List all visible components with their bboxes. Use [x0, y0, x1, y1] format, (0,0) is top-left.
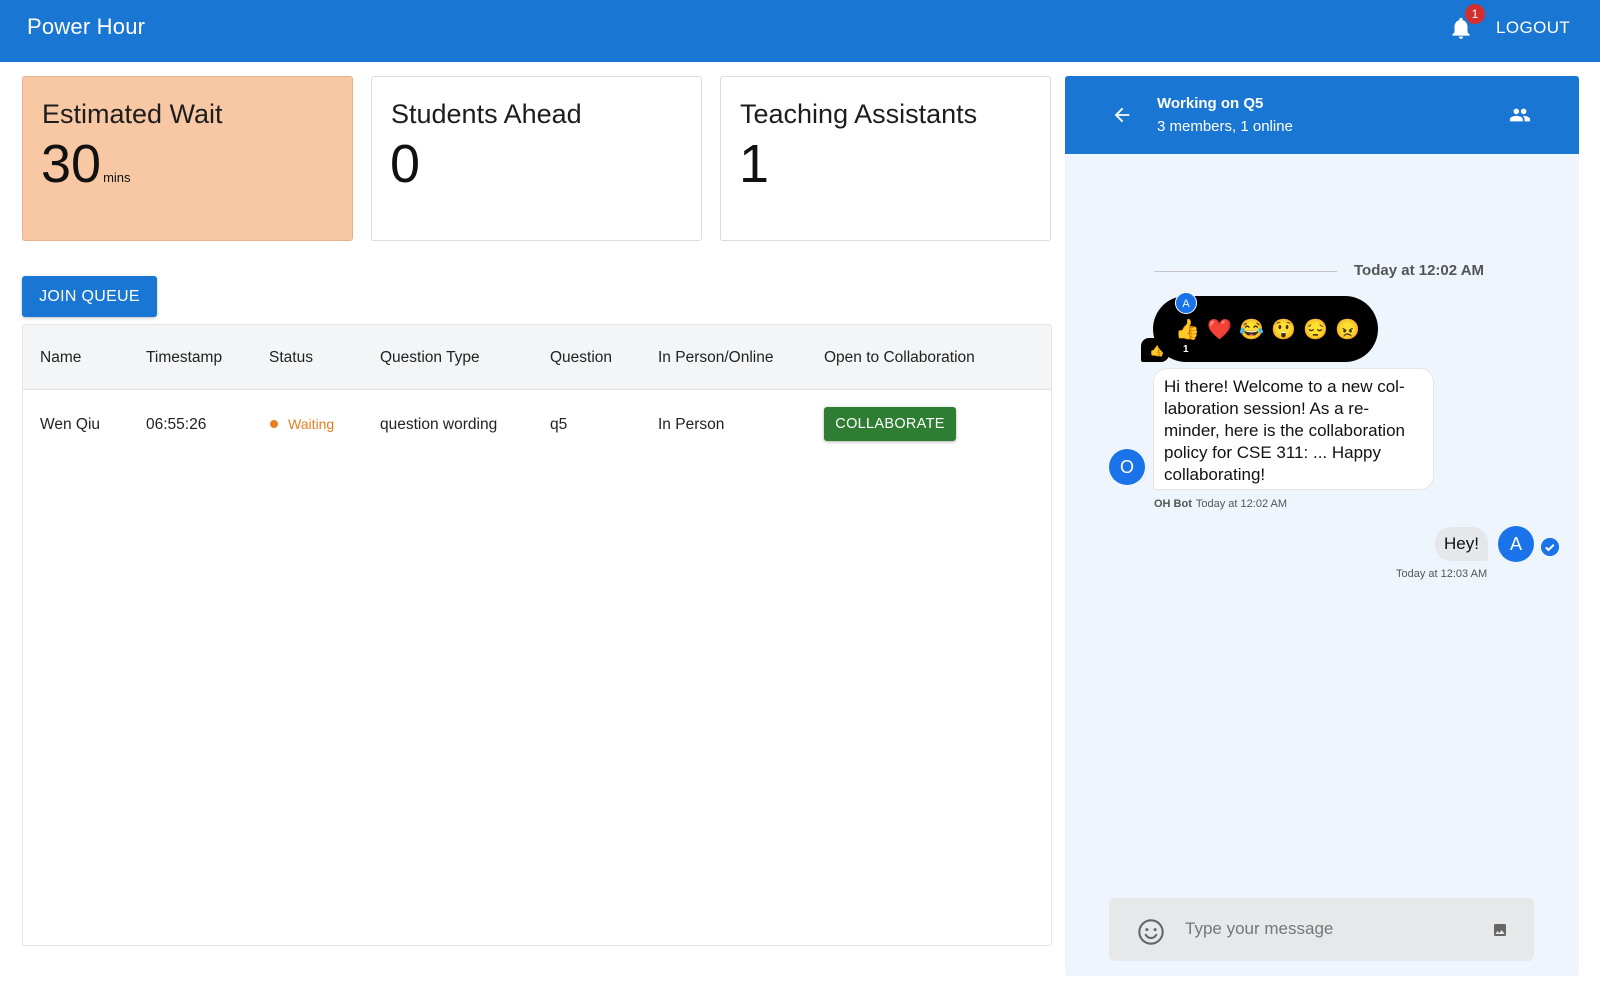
column-header-question-type[interactable]: Question Type: [380, 349, 480, 367]
my-avatar: A: [1498, 526, 1534, 562]
chat-subtitle: 3 members, 1 online: [1157, 118, 1293, 135]
column-header-timestamp[interactable]: Timestamp: [146, 349, 222, 367]
table-header: Name Timestamp Status Question Type Ques…: [23, 325, 1051, 390]
message-time: Today at 12:03 AM: [1396, 568, 1488, 580]
date-separator: Today at 12:02 AM: [1354, 262, 1485, 279]
join-queue-button[interactable]: JOIN QUEUE: [22, 276, 157, 317]
wait-unit: mins: [103, 170, 131, 185]
wait-value: 30: [41, 134, 102, 194]
arrow-left-icon[interactable]: [1111, 104, 1133, 126]
logout-button[interactable]: LOGOUT: [1496, 18, 1570, 38]
reaction-sad[interactable]: 😔: [1303, 318, 1328, 342]
reaction-heart[interactable]: ❤️: [1207, 318, 1232, 342]
message-time: Today at 12:02 AM: [1195, 498, 1288, 510]
image-icon[interactable]: [1491, 922, 1509, 938]
message-input[interactable]: [1185, 914, 1475, 944]
status-text: Waiting: [288, 416, 335, 432]
cell-question-type: question wording: [380, 416, 498, 433]
reaction-surprised[interactable]: 😲: [1271, 318, 1296, 342]
column-header-status[interactable]: Status: [269, 349, 313, 367]
collaborate-button[interactable]: COLLABORATE: [824, 407, 956, 441]
card-title: Teaching Assistants: [740, 99, 978, 129]
cell-mode: In Person: [658, 416, 725, 433]
cell-name: Wen Qiu: [40, 416, 101, 433]
queue-table: Name Timestamp Status Question Type Ques…: [22, 324, 1052, 946]
cell-question: q5: [550, 416, 568, 433]
cell-status: Waiting: [270, 416, 334, 434]
people-icon[interactable]: [1506, 104, 1534, 126]
app-bar: Power Hour 1 LOGOUT: [0, 0, 1600, 62]
message-sender: OH Bot: [1154, 498, 1192, 510]
card-title: Students Ahead: [391, 99, 582, 129]
card-value: 1: [739, 134, 770, 194]
bot-avatar: O: [1109, 449, 1145, 485]
estimated-wait-card: Estimated Wait 30 mins: [22, 76, 353, 241]
reaction-angry[interactable]: 😠: [1335, 318, 1360, 342]
teaching-assistants-card: Teaching Assistants 1: [720, 76, 1051, 241]
date-divider-line: [1154, 271, 1337, 272]
chat-panel: Working on Q5 3 members, 1 online Today …: [1065, 76, 1579, 976]
message-composer: [1109, 898, 1534, 961]
reaction-thumbs-up[interactable]: 👍: [1175, 318, 1200, 342]
bot-message-meta: OH Bot Today at 12:02 AM: [1154, 498, 1287, 510]
app-title: Power Hour: [27, 14, 146, 39]
notification-badge: 1: [1465, 4, 1485, 24]
bot-message-bubble[interactable]: Hi there! Welcome to a new col-laboratio…: [1153, 368, 1434, 490]
reaction-count: 1: [1183, 344, 1189, 355]
reactor-avatar: A: [1175, 292, 1197, 314]
card-value: 30 mins: [41, 133, 131, 195]
column-header-question[interactable]: Question: [550, 349, 612, 367]
status-dot: [270, 419, 278, 428]
reaction-laugh[interactable]: 😂: [1239, 318, 1264, 342]
card-title: Estimated Wait: [42, 99, 223, 129]
my-message-bubble[interactable]: Hey!: [1435, 527, 1488, 561]
column-header-mode[interactable]: In Person/Online: [658, 349, 773, 367]
reaction-selector: A 👍 ❤️ 😂 😲 😔 😠 1: [1153, 292, 1378, 362]
column-header-name[interactable]: Name: [40, 349, 81, 367]
card-value: 0: [390, 134, 421, 194]
chat-header: Working on Q5 3 members, 1 online: [1065, 76, 1579, 154]
check-circle-icon: [1541, 538, 1559, 556]
chat-title: Working on Q5: [1157, 95, 1264, 112]
column-header-collaboration[interactable]: Open to Collaboration: [824, 349, 975, 367]
cell-timestamp: 06:55:26: [146, 416, 207, 433]
smile-icon[interactable]: [1137, 918, 1165, 946]
students-ahead-card: Students Ahead 0: [371, 76, 702, 241]
